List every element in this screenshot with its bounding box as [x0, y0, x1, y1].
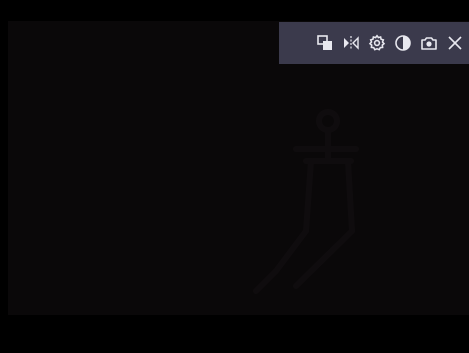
flip-horizontal-button[interactable] [341, 33, 361, 53]
contrast-icon [395, 35, 411, 51]
settings-button[interactable] [367, 33, 387, 53]
bottom-bar [0, 315, 469, 353]
screenshot-button[interactable] [419, 33, 439, 53]
close-button[interactable] [445, 33, 465, 53]
video-toolbar [279, 22, 469, 64]
camera-icon [421, 37, 437, 50]
video-frame[interactable] [8, 21, 469, 315]
contrast-button[interactable] [393, 33, 413, 53]
picture-in-picture-icon [317, 35, 332, 50]
flip-horizontal-icon [344, 36, 359, 50]
picture-in-picture-button[interactable] [315, 33, 335, 53]
gear-icon [368, 34, 386, 51]
video-content-figure [253, 109, 359, 294]
close-icon [448, 36, 462, 50]
video-window [0, 0, 469, 353]
